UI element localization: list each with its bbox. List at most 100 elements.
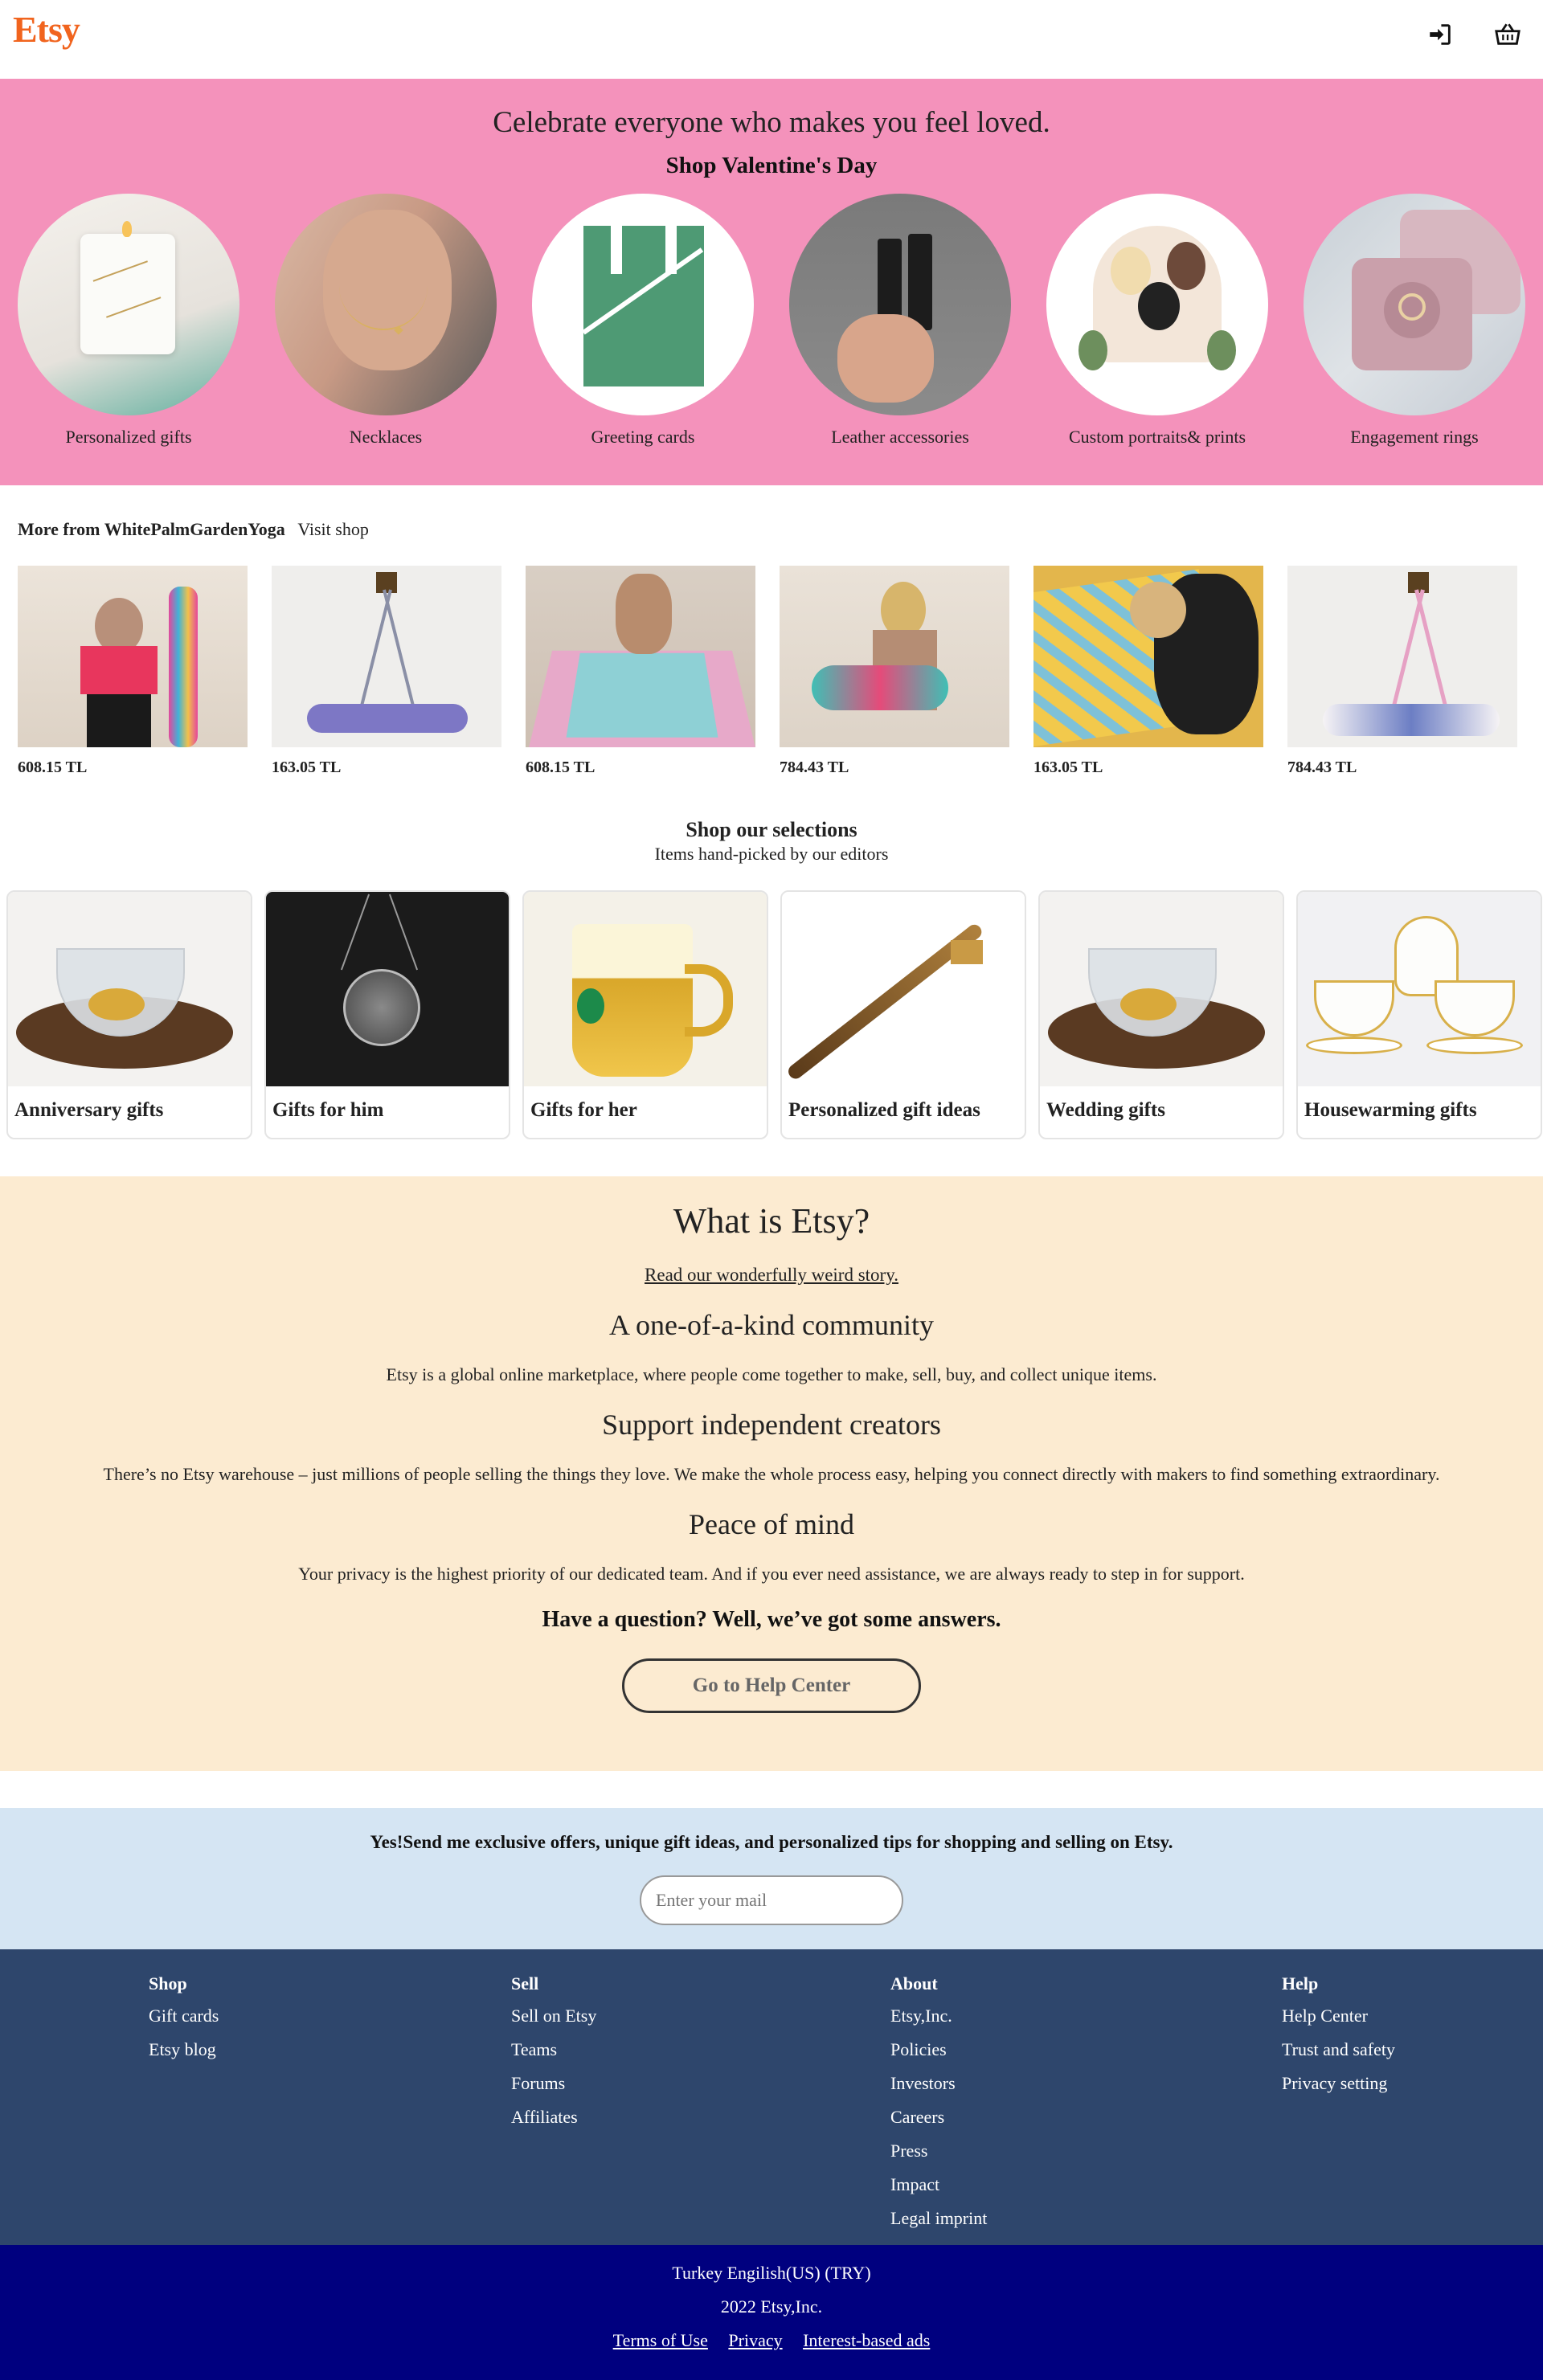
category-greeting-cards[interactable]: Greeting cards [514,194,772,448]
about-etsy-section: What is Etsy? Read our wonderfully weird… [0,1176,1543,1771]
community-title: A one-of-a-kind community [609,1309,934,1341]
footer-link[interactable]: Etsy,Inc. [890,2006,987,2039]
selection-label: Personalized gift ideas [788,1099,980,1121]
footer-link[interactable]: Privacy setting [1282,2073,1395,2107]
category-necklaces[interactable]: Necklaces [257,194,514,448]
locale-setting[interactable]: Turkey Engilish(US) (TRY) [0,2263,1543,2284]
visit-shop-link[interactable]: Visit shop [297,519,369,539]
selection-card-wedding[interactable]: Wedding gifts [1038,890,1284,1139]
category-label: Necklaces [349,427,423,447]
selection-card-anniversary[interactable]: Anniversary gifts [6,890,252,1139]
footer-link[interactable]: Investors [890,2073,987,2107]
product-image [1287,566,1517,747]
product-card[interactable]: 784.43 TL [780,566,1009,777]
category-label: Custom portraits& prints [1069,427,1246,447]
footer-link[interactable]: Impact [890,2174,987,2208]
footer-link[interactable]: Etsy blog [149,2039,219,2073]
product-price: 608.15 TL [18,759,88,776]
category-custom-portraits[interactable]: Custom portraits& prints [1029,194,1286,448]
category-engagement-rings[interactable]: Engagement rings [1286,194,1543,448]
selection-card-for-her[interactable]: Gifts for her [522,890,768,1139]
copyright-text: 2022 Etsy,Inc. [720,2296,823,2317]
category-image [532,194,754,415]
shop-name-link[interactable]: WhitePalmGardenYoga [104,519,285,539]
selection-image [1040,892,1283,1086]
story-link[interactable]: Read our wonderfully weird story. [0,1265,1543,1286]
product-image [1033,566,1263,747]
category-image [18,194,239,415]
selection-label: Gifts for him [272,1099,384,1121]
product-image [272,566,501,747]
selections-title: Shop our selections [686,818,857,841]
product-price: 163.05 TL [272,759,342,776]
footer-link[interactable]: Sell on Etsy [511,2006,596,2039]
product-price: 784.43 TL [1287,759,1357,776]
footer-link[interactable]: Trust and safety [1282,2039,1395,2073]
product-card[interactable]: 784.43 TL [1287,566,1517,777]
interest-ads-link[interactable]: Interest-based ads [803,2330,930,2350]
privacy-link[interactable]: Privacy [728,2330,782,2350]
peace-text: Your privacy is the highest priority of … [298,1564,1245,1584]
help-center-button[interactable]: Go to Help Center [622,1658,921,1713]
product-price: 163.05 TL [1033,759,1103,776]
product-image [526,566,755,747]
more-from-shop-heading: More from WhitePalmGardenYoga Visit shop [18,519,369,540]
about-title: What is Etsy? [673,1201,870,1241]
category-label: Greeting cards [591,427,695,447]
category-image [1304,194,1525,415]
selection-label: Housewarming gifts [1304,1099,1477,1121]
product-price: 784.43 TL [780,759,849,776]
site-footer: Shop Gift cards Etsy blog Sell Sell on E… [0,1949,1543,2245]
category-leather-accessories[interactable]: Leather accessories [772,194,1029,448]
site-header: Etsy [0,0,1543,79]
creators-text: There’s no Etsy warehouse – just million… [103,1464,1440,1484]
footer-link[interactable]: Careers [890,2107,987,2141]
footer-heading: Sell [511,1973,539,1994]
footer-link[interactable]: Forums [511,2073,596,2107]
valentine-headline: Celebrate everyone who makes you feel lo… [493,106,1050,139]
selections-subtitle: Items hand-picked by our editors [654,844,889,864]
footer-about-column: About Etsy,Inc. Policies Investors Caree… [890,1973,987,2242]
product-card[interactable]: 608.15 TL [18,566,248,777]
selection-card-for-him[interactable]: Gifts for him [264,890,510,1139]
category-personalized-gifts[interactable]: Personalized gifts [0,194,257,448]
footer-heading: About [890,1973,938,1994]
basket-icon[interactable] [1494,21,1521,48]
footer-heading: Shop [149,1973,187,1994]
selection-card-personalized[interactable]: Personalized gift ideas [780,890,1026,1139]
footer-link[interactable]: Affiliates [511,2107,596,2141]
product-price: 608.15 TL [526,759,596,776]
selection-image [524,892,767,1086]
footer-link[interactable]: Teams [511,2039,596,2073]
footer-link[interactable]: Press [890,2141,987,2174]
valentine-subhead[interactable]: Shop Valentine's Day [0,153,1543,179]
footer-link[interactable]: Legal imprint [890,2208,987,2242]
footer-link[interactable]: Gift cards [149,2006,219,2039]
creators-title: Support independent creators [602,1409,941,1441]
selection-card-housewarming[interactable]: Housewarming gifts [1296,890,1542,1139]
selection-label: Anniversary gifts [14,1099,164,1121]
sign-in-icon[interactable] [1426,21,1454,48]
category-image [789,194,1011,415]
product-card[interactable]: 163.05 TL [1033,566,1263,777]
selection-image [1298,892,1541,1086]
product-image [780,566,1009,747]
product-card[interactable]: 608.15 TL [526,566,755,777]
footer-help-column: Help Help Center Trust and safety Privac… [1282,1973,1395,2107]
footer-sell-column: Sell Sell on Etsy Teams Forums Affiliate… [511,1973,596,2141]
legal-links: Terms of Use Privacy Interest-based ads [0,2330,1543,2351]
category-image [1046,194,1268,415]
footer-link[interactable]: Help Center [1282,2006,1395,2039]
selection-image [8,892,251,1086]
category-label: Personalized gifts [65,427,192,447]
email-input[interactable] [640,1875,903,1925]
category-label: Engagement rings [1350,427,1479,447]
product-card[interactable]: 163.05 TL [272,566,501,777]
category-image [275,194,497,415]
product-image [18,566,248,747]
terms-link[interactable]: Terms of Use [613,2330,708,2350]
etsy-logo[interactable]: Etsy [13,8,80,51]
footer-shop-column: Shop Gift cards Etsy blog [149,1973,219,2073]
peace-title: Peace of mind [689,1508,854,1540]
footer-link[interactable]: Policies [890,2039,987,2073]
